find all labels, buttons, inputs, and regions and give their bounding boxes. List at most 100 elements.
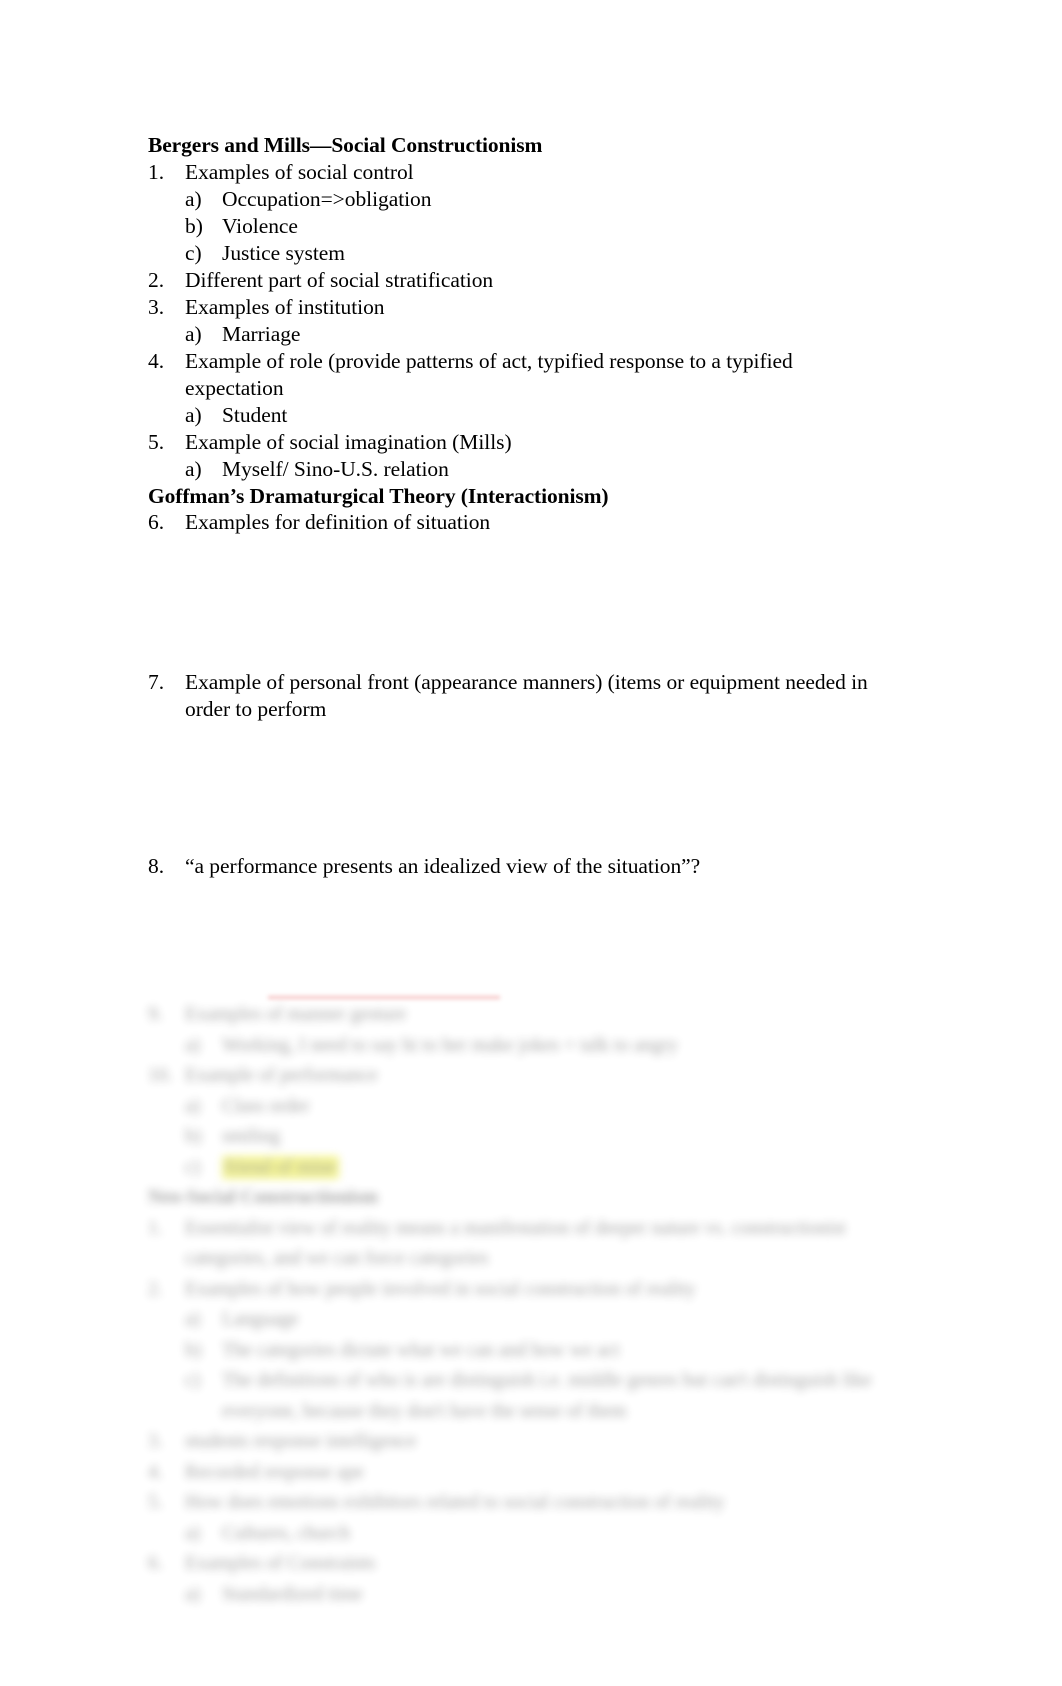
list-item: 3. Examples of institution [148, 294, 888, 321]
list-item: a) Marriage [148, 321, 888, 348]
list-marker: a) [185, 1095, 201, 1117]
list-item: a) Standardized time [148, 1580, 908, 1611]
list-item: 4. Example of role (provide patterns of … [148, 348, 888, 402]
list-item: b) Violence [148, 213, 888, 240]
list-item-text: How does emotions exhibitors related to … [185, 1492, 725, 1513]
list-item-text: Occupation=>obligation [222, 186, 432, 211]
answer-space-6 [148, 536, 888, 669]
list-item-text: Violence [222, 213, 298, 238]
blurred-section-heading: Neo-Social Constructionism [148, 1187, 378, 1208]
list-item: a) Working, I need to say hi to her make… [148, 1031, 908, 1062]
list-item: 5. Example of social imagination (Mills) [148, 429, 888, 456]
list-item: 1. Examples of social control [148, 159, 888, 186]
spellcheck-underline [268, 996, 500, 999]
list-item: 3. students response intelligence [148, 1427, 908, 1458]
list-item: a) Class order [148, 1092, 908, 1123]
list-item-text: Marriage [222, 321, 301, 346]
list-item: b) The categories dictate what we can an… [148, 1336, 908, 1367]
list-marker: 3. [148, 294, 165, 319]
list-marker: 3. [148, 1431, 163, 1452]
list-item: 7. Example of personal front (appearance… [148, 669, 888, 723]
list-item: 8. “a performance presents an idealized … [148, 853, 888, 880]
list-item: a) Myself/ Sino-U.S. relation [148, 456, 888, 483]
list-item: a) Occupation=>obligation [148, 186, 888, 213]
list-item: 6. Examples of Constraints [148, 1549, 908, 1580]
list-item: a) Student [148, 402, 888, 429]
list-marker: 4. [148, 1461, 163, 1483]
blurred-content: 9. Examples of manner gesture a) Working… [148, 1000, 908, 1610]
list-marker: a) [185, 1309, 201, 1330]
list-item: c) Justice system [148, 240, 888, 267]
list-item-text: Example of social imagination (Mills) [185, 429, 512, 454]
list-marker: b) [185, 1126, 202, 1147]
list-item-text: Examples of Constraints [185, 1553, 376, 1574]
list-item-text: Example of personal front (appearance ma… [185, 670, 868, 721]
list-marker: c) [185, 1156, 201, 1178]
list-item-text: Student [222, 402, 288, 427]
list-item: c) The definitions of who is are disting… [148, 1366, 908, 1427]
list-item: 6. Examples for definition of situation [148, 509, 888, 536]
list-item-text: Language [222, 1309, 299, 1330]
list-marker: 5. [148, 429, 165, 454]
answer-space-7 [148, 723, 888, 853]
list-item: 2. Examples of how people involved in so… [148, 1275, 908, 1306]
blurred-preview-region: 9. Examples of manner gesture a) Working… [0, 985, 1062, 1686]
list-item-text: Different part of social stratification [185, 267, 494, 292]
list-item-text: Class order [222, 1095, 310, 1117]
list-marker: b) [185, 213, 203, 238]
list-item: 4. Recorded response ape [148, 1458, 908, 1489]
list-marker: 10. [148, 1065, 173, 1086]
document-content: Bergers and Mills—Social Constructionism… [148, 132, 888, 880]
list-marker: a) [185, 402, 202, 427]
list-item-text: Essentialist view of reality means a man… [185, 1217, 846, 1270]
list-marker: 2. [148, 1278, 163, 1300]
list-item-text: Example of role (provide patterns of act… [185, 348, 793, 400]
list-item-text: Examples of how people involved in socia… [185, 1278, 696, 1300]
list-item: a) Language [148, 1305, 908, 1336]
list-marker: 8. [148, 854, 165, 878]
list-item-text: Examples of manner gesture [185, 1004, 407, 1025]
list-item: 2. Different part of social stratificati… [148, 267, 888, 294]
list-item: 10. Example of performance [148, 1061, 908, 1092]
list-item: 5. How does emotions exhibitors related … [148, 1488, 908, 1519]
list-item-text: The definitions of who is are distinguis… [222, 1370, 872, 1422]
list-marker: 7. [148, 670, 165, 694]
list-marker: a) [185, 456, 202, 481]
list-marker: 1. [148, 159, 165, 184]
list-marker: a) [185, 1522, 201, 1544]
list-item-text: Examples of social control [185, 159, 414, 184]
list-marker: 9. [148, 1004, 163, 1025]
list-marker: a) [185, 186, 202, 211]
list-item-text: Examples of institution [185, 294, 385, 319]
list-marker: 1. [148, 1217, 163, 1239]
list-marker: 6. [148, 510, 165, 534]
list-marker: a) [185, 1583, 201, 1605]
list-marker: b) [185, 1339, 202, 1361]
section-heading-2: Goffman’s Dramaturgical Theory (Interact… [148, 483, 609, 508]
list-item: 9. Examples of manner gesture [148, 1000, 908, 1031]
list-item-text: Standardized time [222, 1583, 363, 1605]
document-page: Bergers and Mills—Social Constructionism… [0, 0, 1062, 1686]
list-item-text: Myself/ Sino-U.S. relation [222, 456, 449, 481]
list-item-text: Justice system [222, 240, 345, 265]
list-item-text: students response intelligence [185, 1431, 417, 1452]
list-item-text: Examples for definition of situation [185, 510, 491, 534]
list-item-text: smiling [222, 1126, 281, 1147]
list-item-text: Recorded response ape [185, 1461, 364, 1483]
list-item: b) smiling [148, 1122, 908, 1153]
list-marker: a) [185, 321, 202, 346]
list-item: c) friend of mine [148, 1153, 908, 1184]
list-marker: 2. [148, 267, 165, 292]
list-marker: a) [185, 1034, 201, 1056]
section-heading-1: Bergers and Mills—Social Constructionism [148, 133, 543, 157]
list-item: 1. Essentialist view of reality means a … [148, 1214, 908, 1275]
list-item-text: The categories dictate what we can and h… [222, 1339, 620, 1361]
list-item-text: Example of performance [185, 1065, 378, 1086]
list-marker: 5. [148, 1492, 163, 1513]
list-marker: c) [185, 1370, 201, 1391]
list-marker: 4. [148, 348, 165, 373]
list-item-text: “a performance presents an idealized vie… [185, 854, 701, 878]
list-marker: 6. [148, 1553, 163, 1574]
list-marker: c) [185, 240, 202, 265]
list-item-text: Cultures, church [222, 1522, 351, 1544]
